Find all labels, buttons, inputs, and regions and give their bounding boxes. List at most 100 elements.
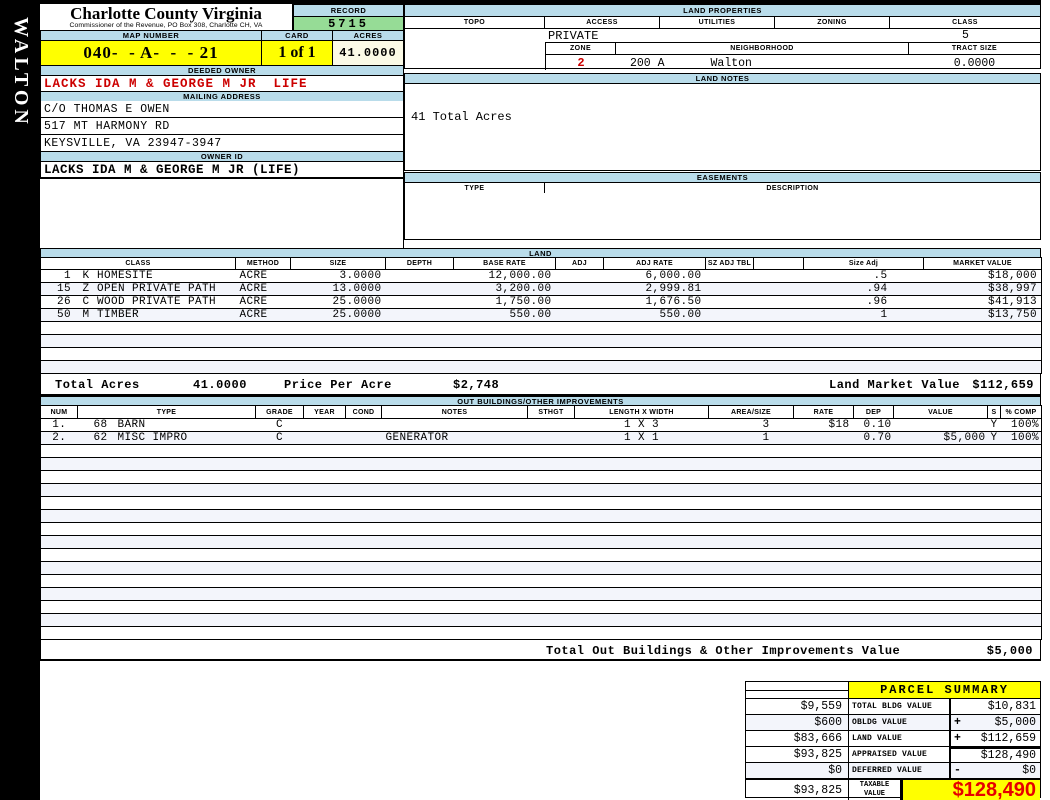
col-num: NUM (40, 405, 78, 419)
land-size: 13.0000 (332, 283, 382, 295)
empty-row (40, 601, 1042, 614)
land-totals-row: Total Acres 41.0000 Price Per Acre $2,74… (40, 373, 1041, 396)
total-acres-label: Total Acres (55, 378, 140, 392)
ob-type: 68 BARN (93, 419, 146, 431)
out-buildings-total-label: Total Out Buildings & Other Improvements… (546, 644, 901, 658)
property-record-card: WALTON Charlotte County Virginia Commiss… (0, 0, 1050, 800)
land-class-cell: 1 K HOMESITE (63, 270, 154, 282)
summary-value-cell: $10,831 (949, 699, 1040, 714)
land-method: ACRE (239, 283, 268, 295)
land-market-value-total: $112,659 (972, 378, 1034, 392)
land-market-value: $13,750 (987, 309, 1037, 321)
empty-row (40, 483, 1042, 497)
land-size-adj: .96 (866, 296, 888, 308)
empty-row (40, 627, 1042, 640)
empty-row (40, 575, 1042, 588)
land-size-adj: 1 (880, 309, 888, 321)
ob-pct-comp: 100% (1010, 432, 1039, 444)
col-adj: ADJ (555, 257, 604, 270)
col-s: S (987, 405, 1001, 419)
empty-row (40, 348, 1042, 361)
card-value: 1 of 1 (261, 40, 333, 66)
ob-rate: $18 (828, 419, 850, 431)
taxable-prior-value: $93,825 (746, 780, 849, 800)
ob-rate (794, 432, 854, 445)
owner-block-filler (40, 179, 404, 248)
mailing-address-block: C/O THOMAS E OWEN 517 MT HARMONY RD KEYS… (40, 101, 404, 152)
empty-row (40, 587, 1042, 601)
out-building-row: 1. 68 BARN C 1 X 3 3 $18 0.10 Y 100% (40, 419, 1042, 432)
summary-row-land: $83,666 LAND VALUE + $112,659 (746, 731, 1040, 747)
ob-num: 2. (52, 432, 67, 444)
parcel-summary-title: PARCEL SUMMARY (849, 682, 1040, 698)
parcel-summary-header: PARCEL SUMMARY (746, 682, 1040, 699)
col-grade: GRADE (255, 405, 304, 419)
empty-row (40, 334, 1042, 348)
summary-value-cell: + $112,659 (949, 731, 1040, 746)
land-size: 25.0000 (332, 309, 382, 321)
land-properties-header-row: TOPO ACCESS UTILITIES ZONING CLASS (405, 17, 1040, 29)
col-method: METHOD (235, 257, 291, 270)
col-access: ACCESS (545, 17, 660, 28)
land-row: 15 Z OPEN PRIVATE PATH ACRE 13.0000 3,200.… (40, 282, 1042, 296)
county-title: Charlotte County Virginia (70, 4, 262, 23)
land-properties-value-row: PRIVATE 5 (405, 29, 1040, 43)
zone-row: ZONE NEIGHBORHOOD TRACT SIZE 2 200 A Wal… (405, 42, 1040, 70)
land-adj (556, 270, 604, 283)
col-class: CLASS (952, 19, 978, 26)
land-market-value: $18,000 (987, 270, 1037, 282)
land-note-text: 41 Total Acres (411, 110, 512, 124)
empty-row (40, 561, 1042, 575)
col-notes: NOTES (381, 405, 528, 419)
land-adj-rate: 6,000.00 (645, 270, 702, 282)
empty-row (40, 322, 1042, 335)
empty-row (40, 497, 1042, 510)
summary-label: TOTAL BLDG VALUE (852, 702, 933, 711)
land-size: 25.0000 (332, 296, 382, 308)
land-market-value: $38,997 (987, 283, 1037, 295)
prior-value: $600 (746, 715, 849, 730)
col-class: CLASS (40, 257, 236, 270)
summary-row-obldg: $600 OBLDG VALUE + $5,000 (746, 715, 1040, 731)
land-base-rate: 3,200.00 (495, 283, 552, 295)
land-class-cell: 50 M TIMBER (56, 309, 140, 321)
ob-type: 62 MISC IMPRO (93, 432, 188, 444)
record-value: 5715 (293, 16, 404, 31)
neighborhood-label: NEIGHBORHOOD (616, 43, 909, 54)
col-sz-adj-tbl: SZ ADJ TBL (705, 257, 754, 270)
land-size-adj: .5 (873, 270, 888, 282)
summary-value-cell: $128,490 (949, 747, 1040, 762)
commissioner-line: Commissioner of the Revenue, PO Box 308,… (69, 22, 263, 29)
district-tab: WALTON (0, 0, 40, 145)
col-base-rate: BASE RATE (453, 257, 556, 270)
zone-table: ZONE NEIGHBORHOOD TRACT SIZE 2 200 A Wal… (545, 42, 1040, 70)
ob-value (894, 419, 988, 432)
ob-num: 1. (52, 419, 67, 431)
empty-row (40, 471, 1042, 484)
land-adj-rate: 1,676.50 (645, 296, 702, 308)
ob-dep: 0.70 (863, 432, 892, 444)
land-depth (386, 270, 454, 283)
ob-grade: C (275, 432, 283, 444)
land-row: 26 C WOOD PRIVATE PATH ACRE 25.0000 1,750.… (40, 296, 1042, 309)
taxable-value: $128,490 (901, 779, 1040, 800)
tract-size-label: TRACT SIZE (951, 45, 998, 52)
summary-label: OBLDG VALUE (852, 718, 908, 727)
land-method: ACRE (239, 270, 268, 282)
land-class-cell: 15 Z OPEN PRIVATE PATH (56, 283, 217, 295)
col-depth: DEPTH (385, 257, 454, 270)
parcel-summary-corner (746, 682, 849, 698)
summary-row-appraised: $93,825 APPRAISED VALUE $128,490 (746, 747, 1040, 763)
summary-value-cell: + $5,000 (949, 715, 1040, 730)
district-tab-label: WALTON (9, 17, 32, 128)
ob-area-size: 3 (762, 419, 770, 431)
out-buildings-table: NUM TYPE GRADE YEAR COND NOTES STHGT LEN… (40, 405, 1042, 640)
land-method: ACRE (239, 296, 268, 308)
zone-label: ZONE (546, 43, 616, 54)
ob-s: Y (990, 419, 998, 431)
land-base-rate: 550.00 (509, 309, 552, 321)
land-market-value: $41,913 (987, 296, 1037, 308)
col-easement-type: TYPE (405, 183, 545, 193)
land-blank (754, 270, 804, 283)
col-easement-description: DESCRIPTION (766, 184, 819, 192)
